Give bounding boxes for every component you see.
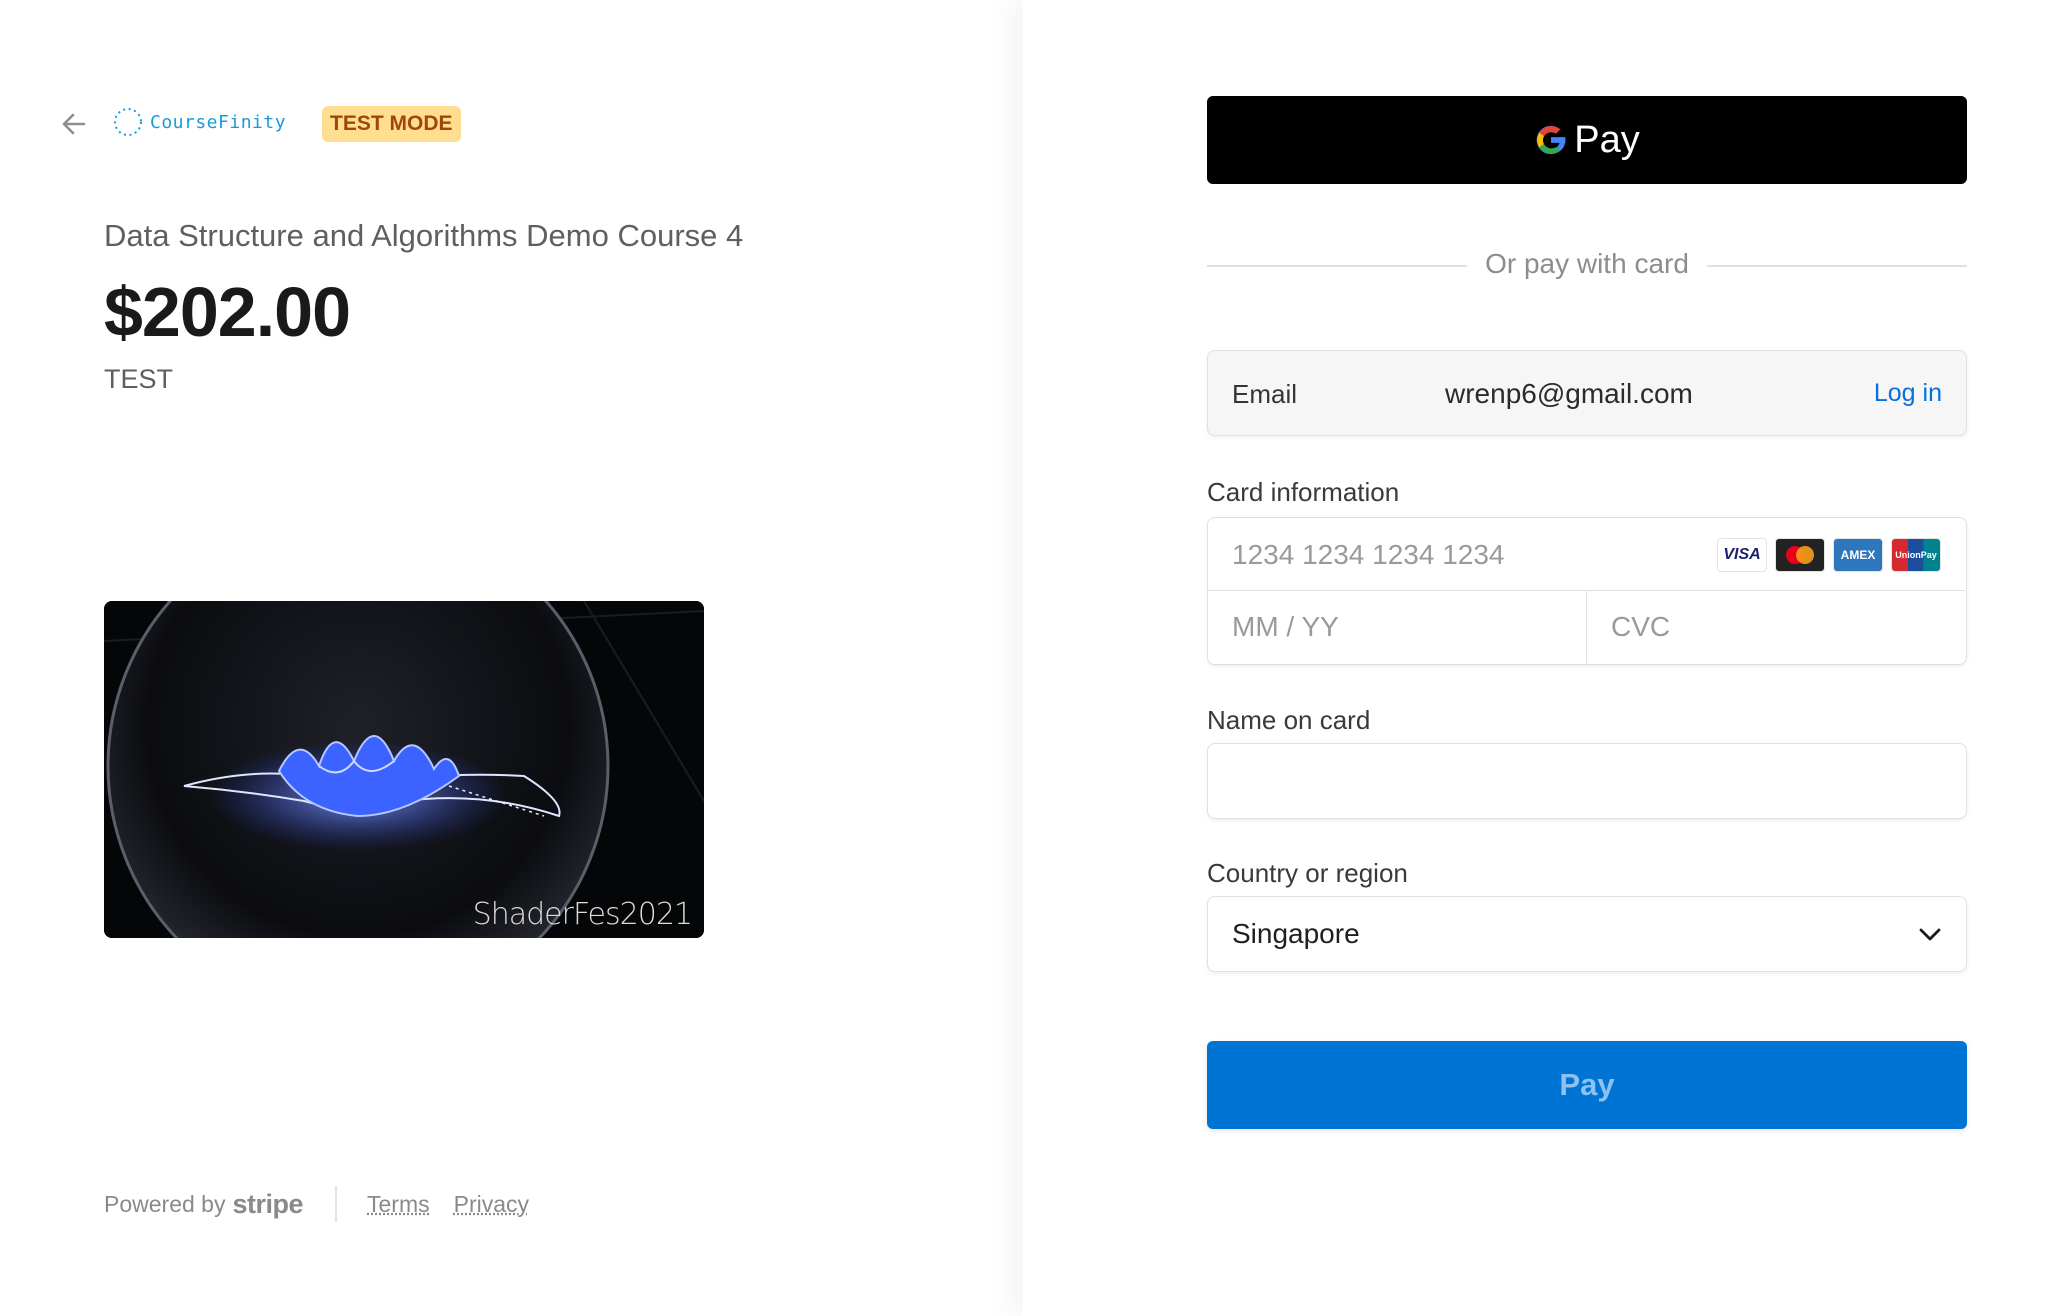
card-brand-logos: VISA AMEX UnionPay: [1717, 538, 1941, 572]
chevron-down-icon: [1919, 928, 1941, 941]
name-on-card-input[interactable]: [1207, 743, 1967, 819]
pay-button[interactable]: Pay: [1207, 1041, 1967, 1129]
stripe-logo[interactable]: stripe: [232, 1189, 303, 1220]
name-on-card-label: Name on card: [1207, 705, 1371, 735]
mastercard-icon: [1775, 538, 1825, 572]
email-label: Email: [1232, 379, 1298, 409]
email-value: wrenp6@gmail.com: [1445, 378, 1693, 409]
expiry-placeholder: MM / YY: [1232, 611, 1339, 642]
google-pay-button[interactable]: Pay: [1207, 96, 1967, 184]
payment-panel: Pay Or pay with card Email wrenp6@gmail.…: [1023, 0, 2048, 1316]
or-pay-with-card-text: Or pay with card: [1469, 248, 1705, 279]
card-number-placeholder: 1234 1234 1234 1234: [1232, 539, 1505, 570]
footer-divider: [335, 1186, 337, 1222]
expiry-input[interactable]: MM / YY: [1208, 590, 1587, 663]
country-label: Country or region: [1207, 858, 1408, 888]
unionpay-icon: UnionPay: [1891, 538, 1941, 572]
merchant-name: CourseFinity: [150, 111, 287, 133]
cvc-placeholder: CVC: [1611, 611, 1671, 642]
terms-link[interactable]: Terms: [367, 1191, 430, 1218]
or-divider: Or pay with card: [1207, 248, 1967, 284]
order-summary-panel: CourseFinity TEST MODE Data Structure an…: [0, 0, 1023, 1316]
cvc-input[interactable]: CVC: [1588, 590, 1965, 663]
footer: Powered by stripe Terms Privacy: [104, 1186, 553, 1222]
email-field[interactable]: Email wrenp6@gmail.com Log in: [1207, 350, 1967, 436]
card-information-label: Card information: [1207, 477, 1400, 507]
lotus-orb-illustration: [104, 601, 704, 938]
image-watermark: ShaderFes2021: [472, 897, 693, 932]
product-title: Data Structure and Algorithms Demo Cours…: [104, 218, 744, 253]
test-mode-badge: TEST MODE: [322, 106, 461, 142]
pay-button-label: Pay: [1559, 1067, 1615, 1102]
product-price: $202.00: [104, 273, 351, 351]
amex-icon: AMEX: [1833, 538, 1883, 572]
powered-by-text: Powered by: [104, 1190, 226, 1217]
product-description: TEST: [104, 364, 174, 394]
card-number-input[interactable]: 1234 1234 1234 1234 VISA AMEX UnionPay: [1208, 518, 1965, 591]
country-value: Singapore: [1232, 918, 1360, 949]
country-select[interactable]: Singapore: [1207, 896, 1967, 972]
privacy-link[interactable]: Privacy: [454, 1191, 529, 1218]
back-arrow-icon[interactable]: [60, 110, 88, 138]
google-g-icon: [1536, 125, 1566, 155]
card-information-group: 1234 1234 1234 1234 VISA AMEX UnionPay M…: [1207, 517, 1967, 665]
visa-icon: VISA: [1717, 538, 1767, 572]
product-image: ShaderFes2021: [104, 601, 704, 938]
google-pay-label: Pay: [1574, 118, 1640, 161]
merchant-logo[interactable]: CourseFinity: [112, 106, 286, 138]
logo-circle-icon: [114, 108, 142, 136]
log-in-link[interactable]: Log in: [1874, 379, 1942, 408]
